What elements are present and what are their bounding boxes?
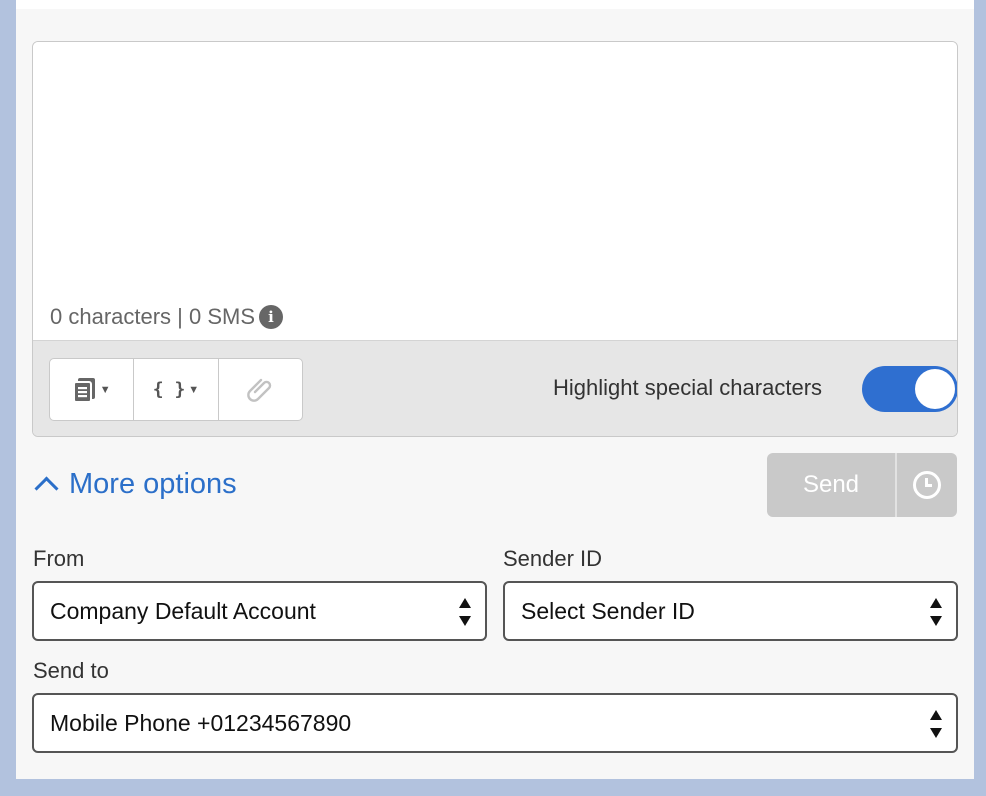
more-options-toggle[interactable]: More options <box>34 468 237 501</box>
send-button-label: Send <box>802 471 860 498</box>
send-to-select-value: Mobile Phone +01234567890 <box>50 709 352 736</box>
schedule-button[interactable] <box>897 453 957 517</box>
sender-id-select[interactable]: Select Sender ID <box>503 581 958 641</box>
select-arrows-icon <box>930 595 942 629</box>
more-options-label: More options <box>69 468 237 500</box>
send-to-label: Send to <box>33 658 109 683</box>
from-select[interactable]: Company Default Account <box>32 581 487 641</box>
sender-id-label: Sender ID <box>503 546 603 571</box>
chevron-down-icon: ▼ <box>99 383 111 396</box>
character-counter: 0 characters | 0 SMS i <box>50 304 284 330</box>
message-textarea[interactable] <box>33 42 957 340</box>
attachment-button[interactable] <box>219 359 302 420</box>
composer-toolbar: ▼ { } ▼ Highlight special characters <box>33 340 957 436</box>
variables-icon: { } <box>152 379 186 400</box>
sender-id-select-value: Select Sender ID <box>521 597 695 624</box>
counter-text: 0 characters | 0 SMS <box>50 304 256 329</box>
select-arrows-icon <box>930 707 942 741</box>
top-strip <box>16 0 974 9</box>
from-select-value: Company Default Account <box>50 597 316 624</box>
attachment-icon <box>247 378 272 402</box>
templates-icon <box>72 377 95 403</box>
sms-compose-panel: 0 characters | 0 SMS i ▼ { } ▼ Highlight… <box>16 0 974 779</box>
highlight-special-characters-label: Highlight special characters <box>553 375 823 400</box>
toggle-knob <box>915 369 955 409</box>
insert-button-group: ▼ { } ▼ <box>49 358 303 421</box>
select-arrows-icon <box>459 595 471 629</box>
variables-dropdown-button[interactable]: { } ▼ <box>134 359 219 420</box>
send-button-group: Send <box>767 453 957 517</box>
send-to-select[interactable]: Mobile Phone +01234567890 <box>32 693 958 753</box>
message-composer: 0 characters | 0 SMS i ▼ { } ▼ Highlight… <box>32 41 958 437</box>
clock-icon <box>913 471 941 499</box>
info-icon[interactable]: i <box>259 305 284 329</box>
from-label: From <box>33 546 85 571</box>
chevron-up-icon <box>34 476 59 501</box>
send-button[interactable]: Send <box>767 453 897 517</box>
templates-dropdown-button[interactable]: ▼ <box>50 359 135 420</box>
highlight-special-characters-toggle[interactable] <box>862 366 957 412</box>
chevron-down-icon: ▼ <box>188 383 200 396</box>
